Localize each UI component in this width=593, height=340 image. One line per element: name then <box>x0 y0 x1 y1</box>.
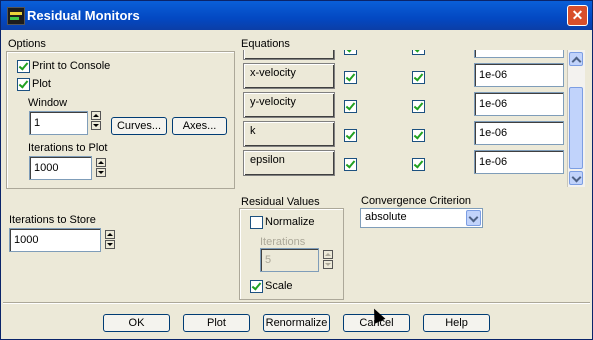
equation-name: continuity <box>243 50 335 60</box>
spin-down-icon[interactable] <box>323 260 333 269</box>
residual-monitors-dialog: Residual Monitors ✕ Options Print to Con… <box>0 0 593 340</box>
residual-iterations-input[interactable]: 5 <box>260 248 319 272</box>
fluent-icon <box>7 7 25 25</box>
window-label: Window <box>28 97 68 109</box>
equations-list: continuity 1e-06 x-velocity 1e-06 y-velocity… <box>239 50 587 187</box>
plot-button[interactable]: Plot <box>183 314 250 332</box>
equation-monitor-checkbox[interactable] <box>344 100 357 113</box>
window-title: Residual Monitors <box>27 8 140 23</box>
print-to-console-label: Print to Console <box>32 60 111 72</box>
help-button[interactable]: Help <box>423 314 490 332</box>
equation-check-convergence-checkbox[interactable] <box>412 158 425 171</box>
spin-down-icon[interactable] <box>96 168 106 177</box>
spin-down-icon[interactable] <box>91 121 101 130</box>
equation-check-convergence-checkbox[interactable] <box>412 71 425 84</box>
convergence-criterion-label: Convergence Criterion <box>361 195 472 207</box>
scale-label: Scale <box>265 280 293 292</box>
equation-check-convergence-checkbox[interactable] <box>412 50 425 55</box>
print-to-console-checkbox[interactable] <box>17 60 30 73</box>
ok-button[interactable]: OK <box>103 314 170 332</box>
plot-checkbox-label: Plot <box>32 78 51 90</box>
plot-checkbox[interactable] <box>17 78 30 91</box>
equation-monitor-checkbox[interactable] <box>344 50 357 55</box>
iterations-to-plot-label: Iterations to Plot <box>28 142 108 154</box>
absolute-criteria-input[interactable]: 1e-06 <box>474 150 564 174</box>
residual-iterations-label: Iterations <box>260 236 306 248</box>
normalize-checkbox[interactable] <box>250 216 263 229</box>
convergence-criterion-select[interactable]: absolute <box>360 208 483 228</box>
close-icon[interactable]: ✕ <box>567 5 588 26</box>
equation-name: k <box>243 121 335 147</box>
equation-check-convergence-checkbox[interactable] <box>412 129 425 142</box>
residual-values-label: Residual Values <box>241 196 320 208</box>
equation-monitor-checkbox[interactable] <box>344 158 357 171</box>
spin-down-icon[interactable] <box>105 240 115 249</box>
equation-name: y-velocity <box>243 92 335 118</box>
window-spinner[interactable] <box>91 111 101 131</box>
absolute-criteria-input[interactable]: 1e-06 <box>474 121 564 145</box>
iterations-to-store-label: Iterations to Store <box>9 214 96 226</box>
convergence-criterion-value: absolute <box>365 211 407 223</box>
equations-label: Equations <box>241 38 290 50</box>
equation-name: x-velocity <box>243 63 335 89</box>
window-input[interactable]: 1 <box>29 111 88 135</box>
absolute-criteria-input[interactable]: 1e-06 <box>474 63 564 87</box>
absolute-criteria-input[interactable]: 1e-06 <box>474 92 564 116</box>
iterations-to-plot-spinner[interactable] <box>96 158 106 178</box>
scale-checkbox[interactable] <box>250 280 263 293</box>
scroll-up-icon[interactable] <box>569 52 583 66</box>
scroll-thumb[interactable] <box>569 87 583 169</box>
options-label: Options <box>8 38 46 50</box>
absolute-criteria-input[interactable]: 1e-06 <box>474 50 564 58</box>
spin-up-icon[interactable] <box>96 158 106 167</box>
spin-up-icon[interactable] <box>105 230 115 239</box>
equation-monitor-checkbox[interactable] <box>344 129 357 142</box>
equation-monitor-checkbox[interactable] <box>344 71 357 84</box>
renormalize-button[interactable]: Renormalize <box>263 314 330 332</box>
equation-check-convergence-checkbox[interactable] <box>412 100 425 113</box>
normalize-label: Normalize <box>265 216 315 228</box>
spin-up-icon[interactable] <box>323 250 333 259</box>
residual-iterations-spinner[interactable] <box>323 250 333 270</box>
curves-button[interactable]: Curves... <box>111 117 167 135</box>
axes-button[interactable]: Axes... <box>172 117 227 135</box>
spin-up-icon[interactable] <box>91 111 101 120</box>
title-bar[interactable]: Residual Monitors ✕ <box>1 1 592 30</box>
equation-name: epsilon <box>243 150 335 176</box>
scroll-down-icon[interactable] <box>569 171 583 185</box>
iterations-to-store-spinner[interactable] <box>105 230 115 250</box>
iterations-to-store-input[interactable]: 1000 <box>9 228 101 252</box>
iterations-to-plot-input[interactable]: 1000 <box>29 156 92 180</box>
separator <box>3 302 590 304</box>
chevron-down-icon[interactable] <box>466 210 481 226</box>
equations-scrollbar[interactable] <box>567 50 585 187</box>
